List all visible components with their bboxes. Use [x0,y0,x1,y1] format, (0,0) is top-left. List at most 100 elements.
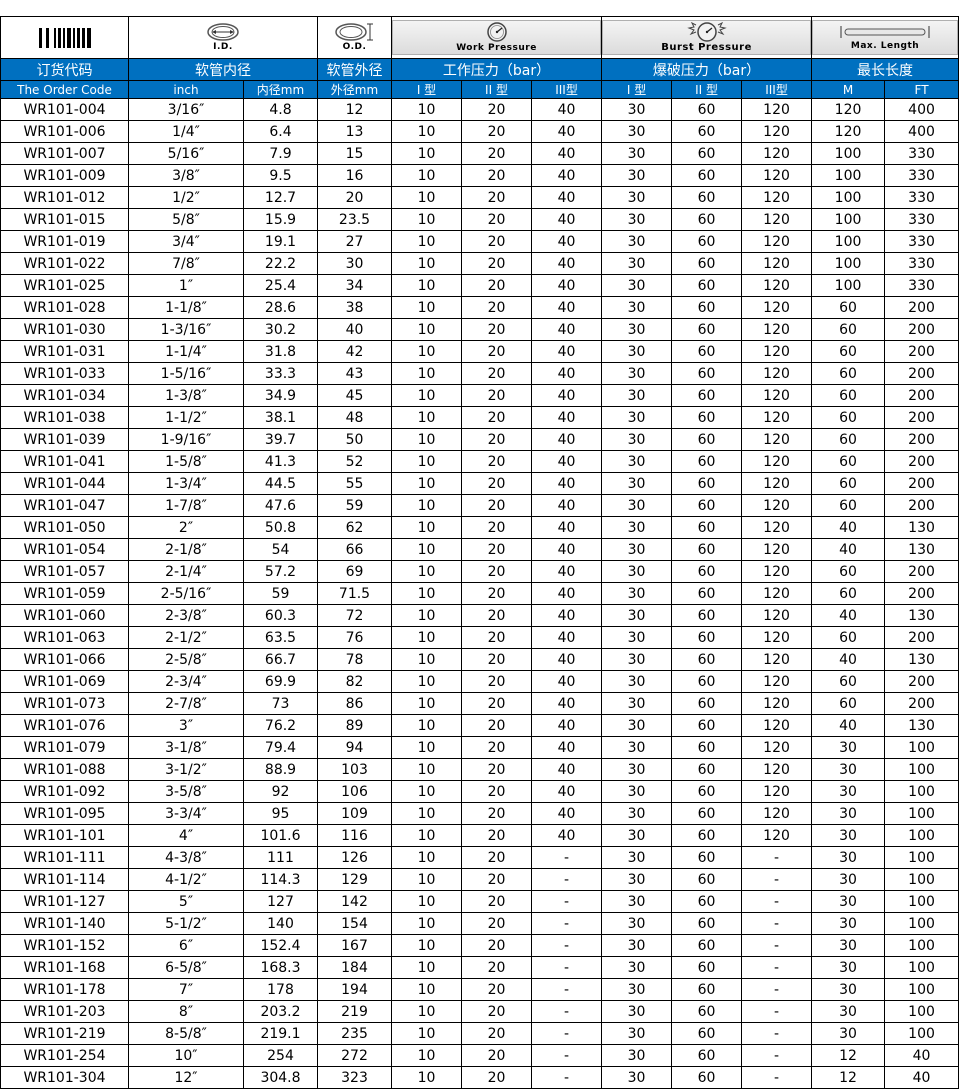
length-m-cell: 30 [811,934,886,957]
id-mm-cell: 95 [243,802,318,825]
work-type1-cell: 10 [391,626,462,649]
burst-type2-cell: 60 [671,648,743,671]
od-mm-cell: 103 [317,758,392,781]
burst-type2-cell: 60 [671,142,743,165]
burst-type2-cell: 60 [671,318,743,341]
od-mm-cell: 38 [317,296,392,319]
length-m-cell: 60 [811,318,886,341]
id-mm-cell: 9.5 [243,164,318,187]
work-type3-cell: - [530,912,603,935]
length-m-cell: 100 [811,230,886,253]
table-row: WR101-101 4″ 101.6 116 10 20 40 30 60 120 30 100 [0,824,960,847]
burst-type2-header: II 型 [671,80,743,99]
burst-type1-cell: 30 [601,252,673,275]
burst-type2-cell: 60 [671,560,743,583]
work-type1-cell: 10 [391,912,462,935]
burst-type3-cell: - [741,934,813,957]
inch-cell: 2″ [128,516,244,539]
burst-type3-cell: 120 [741,406,813,429]
work-type1-cell: 10 [391,978,462,1001]
id-mm-cell: 127 [243,890,318,913]
work-type3-cell: 40 [530,494,603,517]
burst-type1-cell: 30 [601,340,673,363]
work-type3-cell: 40 [530,582,603,605]
id-mm-cell: 25.4 [243,274,318,297]
id-mm-cell: 152.4 [243,934,318,957]
burst-type3-cell: 120 [741,560,813,583]
work-type2-cell: 20 [461,1066,532,1089]
work-type1-cell: 10 [391,472,462,495]
order-code-cell: WR101-127 [0,890,129,913]
length-ft-cell: 100 [884,1000,960,1023]
work-type1-cell: 10 [391,824,462,847]
od-mm-cell: 43 [317,362,392,385]
work-type2-cell: 20 [461,714,532,737]
id-mm-cell: 63.5 [243,626,318,649]
id-mm-cell: 69.9 [243,670,318,693]
work-type2-cell: 20 [461,186,532,209]
length-m-cell: 30 [811,780,886,803]
length-ft-cell: 100 [884,912,960,935]
inner-diameter-caption: I.D. [213,42,233,52]
table-row: WR101-047 1-7/8″ 47.6 59 10 20 40 30 60 120 60 200 [0,494,960,517]
od-mm-cell: 194 [317,978,392,1001]
burst-type1-cell: 30 [601,714,673,737]
length-ft-cell: 200 [884,670,960,693]
id-mm-cell: 140 [243,912,318,935]
order-code-cell: WR101-095 [0,802,129,825]
burst-type2-cell: 60 [671,626,743,649]
table-row: WR101-060 2-3/8″ 60.3 72 10 20 40 30 60 120 40 130 [0,604,960,627]
length-m-cell: 60 [811,428,886,451]
outer-diameter-caption: O.D. [342,42,367,52]
work-type3-cell: 40 [530,780,603,803]
burst-type3-cell: 120 [741,472,813,495]
id-mm-cell: 33.3 [243,362,318,385]
inch-cell: 5″ [128,890,244,913]
burst-type1-cell: 30 [601,362,673,385]
work-type3-cell: 40 [530,538,603,561]
burst-type2-cell: 60 [671,780,743,803]
length-m-cell: 60 [811,670,886,693]
work-type3-cell: - [530,1044,603,1067]
burst-type1-cell: 30 [601,824,673,847]
burst-type3-cell: 120 [741,604,813,627]
length-ft-cell: 200 [884,318,960,341]
burst-type3-cell: - [741,846,813,869]
burst-type2-cell: 60 [671,1066,743,1089]
table-row: WR101-114 4-1/2″ 114.3 129 10 20-30 60-30 100 [0,868,960,891]
work-type2-cell: 20 [461,450,532,473]
id-mm-cell: 15.9 [243,208,318,231]
burst-type1-cell: 30 [601,274,673,297]
burst-type1-cell: 30 [601,296,673,319]
inch-cell: 8-5/8″ [128,1022,244,1045]
work-type3-cell: - [530,890,603,913]
length-m-cell: 100 [811,274,886,297]
work-type2-cell: 20 [461,142,532,165]
length-m-cell: 100 [811,186,886,209]
order-code-cell: WR101-004 [0,98,129,121]
order-code-cell: WR101-033 [0,362,129,385]
burst-type1-cell: 30 [601,428,673,451]
od-mm-cell: 42 [317,340,392,363]
burst-pressure-caption: Burst Pressure [661,42,752,53]
od-mm-cell: 109 [317,802,392,825]
length-ft-cell: 40 [884,1044,960,1067]
work-type3-cell: - [530,934,603,957]
od-mm-cell: 16 [317,164,392,187]
id-mm-cell: 60.3 [243,604,318,627]
work-type2-cell: 20 [461,560,532,583]
inch-cell: 2-3/8″ [128,604,244,627]
order-code-cell: WR101-012 [0,186,129,209]
burst-type2-cell: 60 [671,736,743,759]
work-type3-header: III型 [530,80,603,99]
work-type1-cell: 10 [391,120,462,143]
length-ft-cell: 330 [884,274,960,297]
work-type2-cell: 20 [461,472,532,495]
inner-diameter-icon [207,23,239,41]
table-row: WR101-006 1/4″ 6.4 13 10 20 40 30 60 120 120 400 [0,120,960,143]
length-ft-cell: 200 [884,362,960,385]
work-type3-cell: 40 [530,120,603,143]
order-code-header: 订货代码 [0,58,129,81]
id-mm-cell: 92 [243,780,318,803]
id-mm-cell: 168.3 [243,956,318,979]
